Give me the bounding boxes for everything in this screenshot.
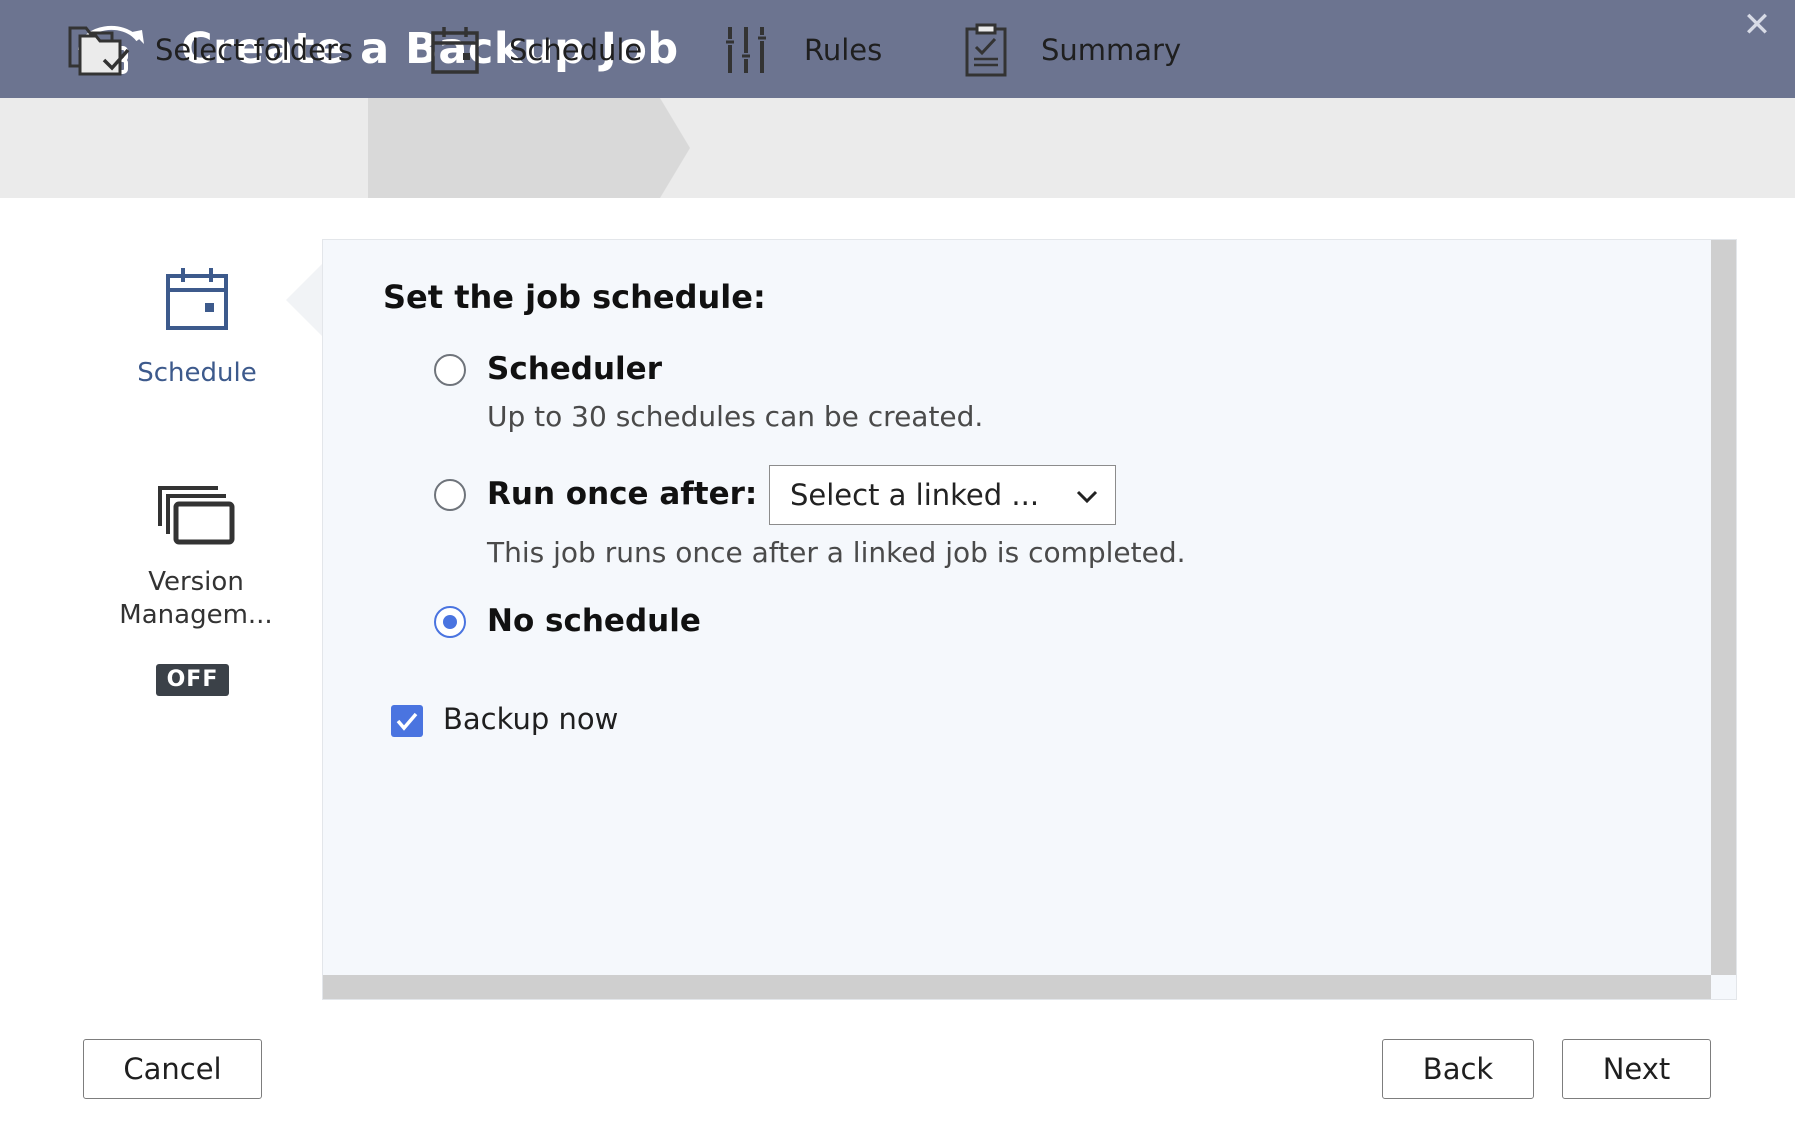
- backup-now-label[interactable]: Backup now: [443, 702, 618, 736]
- select-value: Select a linked ...: [790, 478, 1040, 512]
- back-button[interactable]: Back: [1382, 1039, 1534, 1099]
- no-schedule-label[interactable]: No schedule: [487, 603, 701, 639]
- calendar-icon: [166, 268, 228, 330]
- status-badge: OFF: [156, 664, 229, 696]
- sidebar-item-schedule[interactable]: Schedule: [112, 266, 282, 388]
- run-once-radio[interactable]: [434, 479, 466, 511]
- step-label: Select folders: [155, 33, 353, 67]
- step-select-folders[interactable]: Select folders: [68, 0, 353, 100]
- step-label: Summary: [1041, 33, 1182, 67]
- vertical-scrollbar[interactable]: [1711, 240, 1736, 975]
- sidebar-item-label: Schedule: [137, 358, 257, 388]
- scheduler-radio[interactable]: [434, 354, 466, 386]
- sliders-icon: [726, 27, 766, 73]
- scheduler-label[interactable]: Scheduler: [487, 351, 662, 387]
- scheduler-description: Up to 30 schedules can be created.: [487, 400, 984, 433]
- folder-check-icon: [68, 26, 130, 76]
- linked-job-select[interactable]: Select a linked ...: [769, 465, 1116, 525]
- sidebar-item-version-management[interactable]: Version Managem...: [96, 484, 296, 632]
- checkmark-icon: [396, 712, 418, 731]
- versions-icon: [158, 486, 235, 545]
- cancel-button[interactable]: Cancel: [83, 1039, 262, 1099]
- next-button[interactable]: Next: [1562, 1039, 1711, 1099]
- clipboard-check-icon: [965, 23, 1007, 77]
- step-summary[interactable]: Summary: [965, 0, 1181, 100]
- sidebar-item-label: Managem...: [119, 600, 273, 630]
- step-schedule[interactable]: Schedule: [430, 0, 642, 100]
- backup-now-checkbox[interactable]: [391, 705, 423, 737]
- step-label: Rules: [804, 33, 883, 67]
- step-divider: [368, 98, 400, 198]
- wizard-steps: [0, 98, 1795, 198]
- horizontal-scrollbar[interactable]: [323, 975, 1711, 999]
- chevron-down-icon: [1076, 490, 1098, 504]
- active-step-highlight: [368, 98, 690, 198]
- run-once-description: This job runs once after a linked job is…: [487, 536, 1186, 569]
- sidebar-item-label: Version: [148, 567, 244, 597]
- no-schedule-radio[interactable]: [434, 606, 466, 638]
- run-once-label[interactable]: Run once after:: [487, 476, 757, 512]
- panel-pointer: [286, 263, 323, 337]
- close-icon[interactable]: ✕: [1740, 8, 1774, 42]
- calendar-icon: [431, 27, 479, 74]
- section-heading: Set the job schedule:: [383, 278, 766, 316]
- step-rules[interactable]: Rules: [726, 0, 882, 100]
- step-label: Schedule: [509, 33, 643, 67]
